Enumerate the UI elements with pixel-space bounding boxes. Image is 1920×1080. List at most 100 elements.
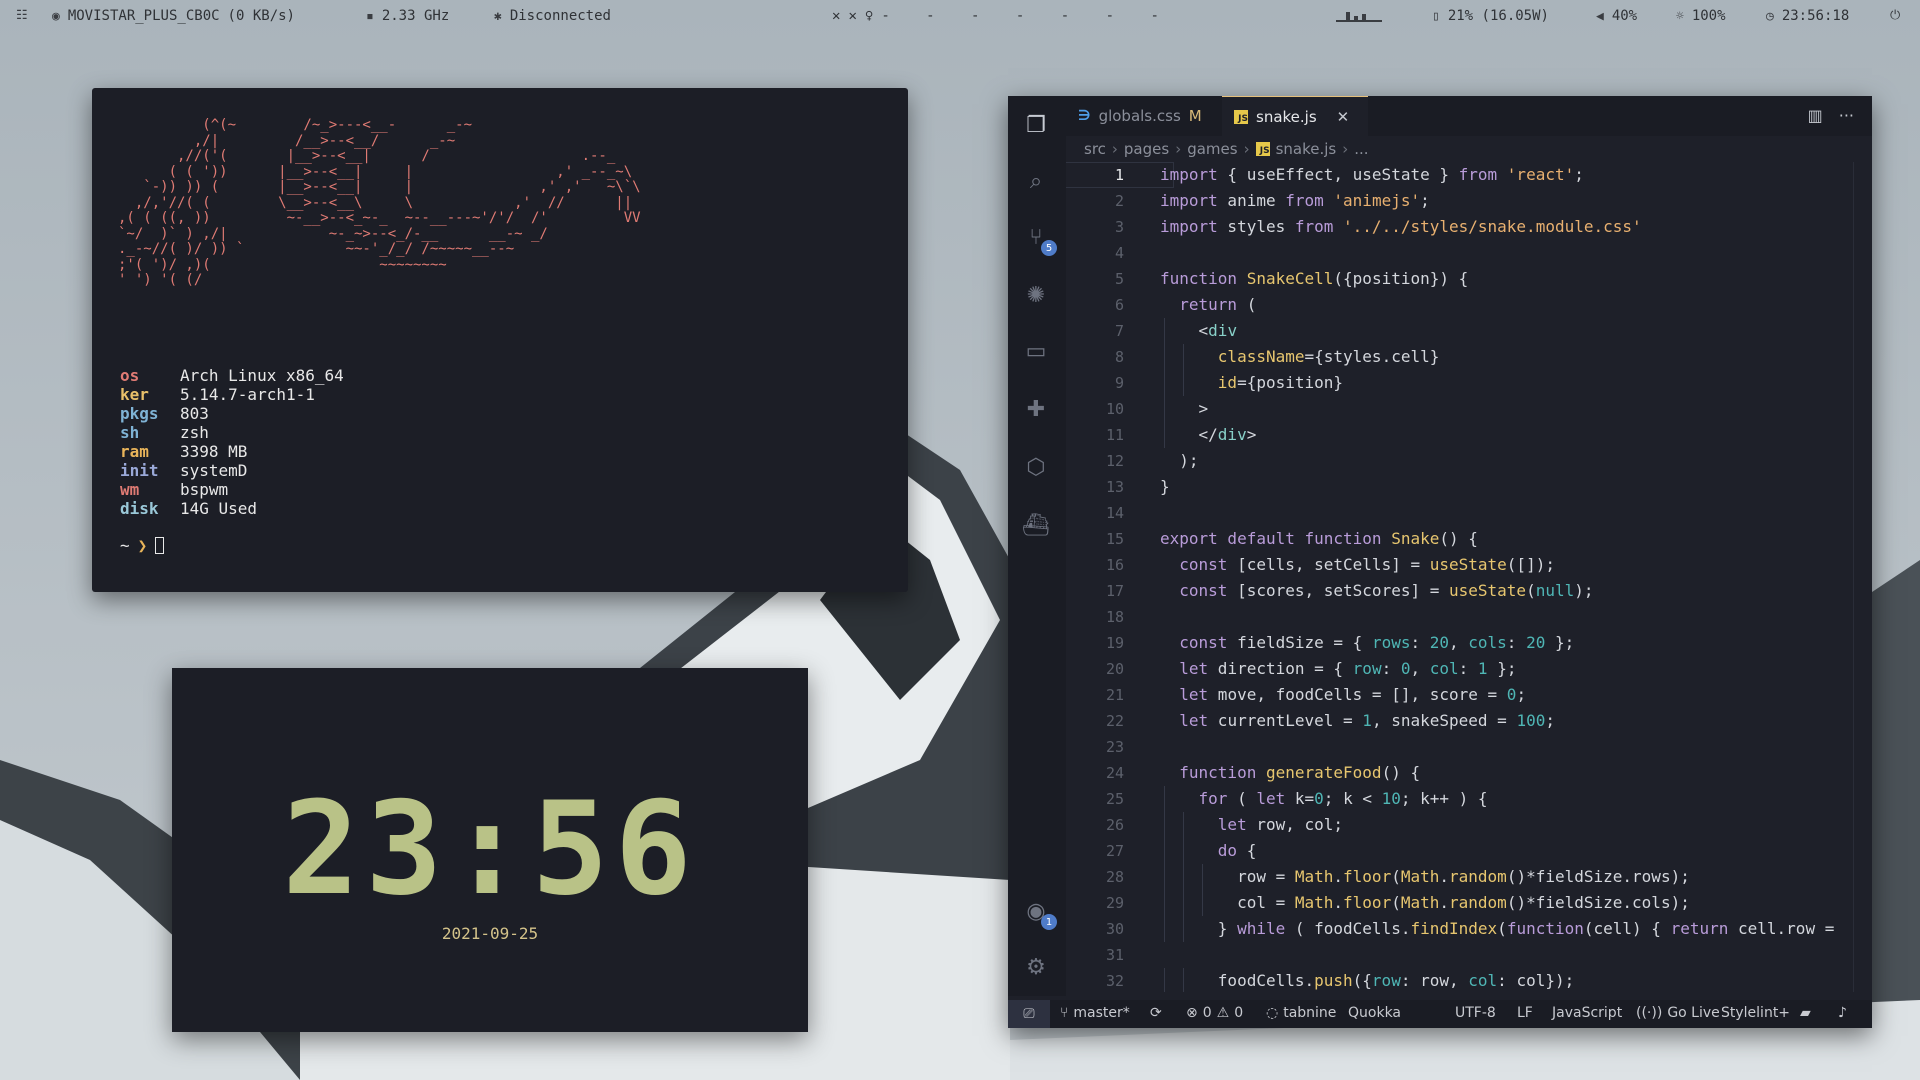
wifi-module[interactable]: ◉ MOVISTAR_PLUS_CB0C (0 KB/s) [52, 8, 295, 24]
tabnine-status[interactable]: ◌ tabnine [1266, 1005, 1336, 1021]
code-line[interactable]: 6 return ( [1066, 292, 1856, 318]
system-info-row: pkgs 803 [120, 404, 344, 423]
code-line[interactable]: 10 > [1066, 396, 1856, 422]
sync-icon[interactable]: ⟳ [1150, 1005, 1162, 1021]
workspace-dashes[interactable]: - - - - - - - [881, 8, 1173, 24]
line-number: 7 [1114, 322, 1124, 340]
code-text: return ( [1179, 295, 1257, 314]
workspace-close-icon[interactable]: ✕ [848, 8, 856, 24]
settings-gear-icon[interactable]: ⚙ [1021, 952, 1051, 982]
code-text: export default function Snake() { [1160, 529, 1478, 548]
code-line[interactable]: 27 do { [1066, 838, 1856, 864]
code-line[interactable]: 28 row = Math.floor(Math.random()*fieldS… [1066, 864, 1856, 890]
close-tab-icon[interactable]: ✕ [1337, 108, 1350, 126]
breadcrumb-games[interactable]: games [1187, 140, 1237, 158]
line-number: 13 [1105, 478, 1124, 496]
line-number: 10 [1105, 400, 1124, 418]
code-line[interactable]: 2 import anime from 'animejs'; [1066, 188, 1856, 214]
notifications-bell-icon[interactable]: ♪ [1838, 1005, 1847, 1021]
account-icon[interactable]: ◉ 1 [1021, 896, 1057, 930]
code-line[interactable]: 7 <div [1066, 318, 1856, 344]
code-line[interactable]: 20 let direction = { row: 0, col: 1 }; [1066, 656, 1856, 682]
code-line[interactable]: 17 const [scores, setScores] = useState(… [1066, 578, 1856, 604]
encoding-status[interactable]: UTF-8 [1455, 1005, 1496, 1021]
shell-prompt[interactable]: ~ ❯ [120, 536, 165, 555]
person-icon[interactable]: ♀ [865, 8, 873, 24]
feedback-icon[interactable]: ▰ [1800, 1005, 1811, 1021]
code-line[interactable]: 9 id={position} [1066, 370, 1856, 396]
vscode-window[interactable]: ❐ ⌕ ⑂ 5 ✺ ▭ ✚ ⬡ ⛴ ◉ 1 ⚙ ∋ globals.css M JS… [1008, 96, 1872, 1028]
extensions-icon[interactable]: ✚ [1021, 394, 1051, 424]
code-line[interactable]: 1 import { useEffect, useState } from 're… [1066, 162, 1856, 188]
bluetooth-module[interactable]: ✱ Disconnected [494, 8, 611, 24]
code-line[interactable]: 16 const [cells, setCells] = useState([]… [1066, 552, 1856, 578]
go-live-button[interactable]: ((·)) Go Live [1636, 1005, 1720, 1021]
split-editor-icon[interactable]: ▥ [1808, 106, 1823, 125]
breadcrumb-symbol[interactable]: ... [1354, 140, 1368, 158]
code-line[interactable]: 21 let move, foodCells = [], score = 0; [1066, 682, 1856, 708]
code-line[interactable]: 25 for ( let k=0; k < 10; k++ ) { [1066, 786, 1856, 812]
network-graph-icon [1336, 8, 1382, 22]
line-number: 14 [1105, 504, 1124, 522]
tab-globals-css[interactable]: ∋ globals.css M [1066, 96, 1220, 136]
more-actions-icon[interactable]: ··· [1839, 106, 1854, 125]
line-number: 17 [1105, 582, 1124, 600]
power-icon[interactable]: ⏻ [1890, 8, 1900, 23]
code-line[interactable]: 19 const fieldSize = { rows: 20, cols: 2… [1066, 630, 1856, 656]
line-number: 25 [1105, 790, 1124, 808]
code-line[interactable]: 26 let row, col; [1066, 812, 1856, 838]
code-line[interactable]: 13} [1066, 474, 1856, 500]
info-key: pkgs [120, 404, 159, 423]
code-line[interactable]: 32 foodCells.push({row: row, col: col}); [1066, 968, 1856, 992]
info-key: os [120, 366, 140, 385]
terminal-window[interactable]: (^(~ /~_>---<__- _-~ ,/| /__>--<__/ _-~ … [92, 88, 908, 592]
code-line[interactable]: 29 col = Math.floor(Math.random()*fieldS… [1066, 890, 1856, 916]
editor-scrollbar[interactable] [1853, 162, 1864, 992]
testing-icon[interactable]: ⬡ [1021, 452, 1051, 482]
problems-indicator[interactable]: ⊗ 0 ⚠ 0 [1186, 1005, 1243, 1021]
code-line[interactable]: 12 ); [1066, 448, 1856, 474]
code-line[interactable]: 14 [1066, 500, 1856, 526]
chevron-right-icon: › [1111, 140, 1118, 158]
volume-module[interactable]: ◀ 40% [1596, 8, 1637, 24]
code-line[interactable]: 18 [1066, 604, 1856, 630]
workspace-switcher[interactable]: ✕ ✕ ♀ - - - - - - - [832, 8, 1173, 24]
menu-icon[interactable]: ☷ [16, 8, 28, 23]
tab-snake-js[interactable]: JS snake.js ✕ [1222, 96, 1368, 136]
code-line[interactable]: 5 function SnakeCell({position}) { [1066, 266, 1856, 292]
remote-explorer-icon[interactable]: ▭ [1021, 336, 1051, 366]
brightness-module[interactable]: ☼ 100% [1676, 8, 1726, 24]
workspace-close-icon[interactable]: ✕ [832, 8, 840, 24]
code-line[interactable]: 31 [1066, 942, 1856, 968]
clock-window: 23:56 2021-09-25 [172, 668, 808, 1032]
remote-indicator-icon[interactable]: ⎚ [1008, 1000, 1050, 1028]
clock-module: ◷ 23:56:18 [1766, 8, 1849, 24]
code-line[interactable]: 22 let currentLevel = 1, snakeSpeed = 10… [1066, 708, 1856, 734]
breadcrumb-pages[interactable]: pages [1124, 140, 1169, 158]
bluetooth-icon: ✱ [494, 8, 502, 24]
code-line[interactable]: 30 } while ( foodCells.findIndex(functio… [1066, 916, 1856, 942]
search-icon[interactable]: ⌕ [1021, 166, 1051, 196]
explorer-icon[interactable]: ❐ [1021, 110, 1051, 140]
code-editor[interactable]: 1 import { useEffect, useState } from 're… [1066, 162, 1856, 992]
info-value: 803 [180, 404, 209, 423]
docker-icon[interactable]: ⛴ [1021, 510, 1051, 540]
eol-status[interactable]: LF [1517, 1005, 1533, 1021]
code-line[interactable]: 15 export default function Snake() { [1066, 526, 1856, 552]
git-branch[interactable]: ⑂ master* [1060, 1005, 1130, 1021]
debug-icon[interactable]: ✺ [1021, 280, 1051, 310]
brightness-level: 100% [1691, 8, 1726, 24]
quokka-status[interactable]: Quokka [1348, 1005, 1401, 1021]
breadcrumb-src[interactable]: src [1084, 140, 1106, 158]
code-line[interactable]: 8 className={styles.cell} [1066, 344, 1856, 370]
source-control-icon[interactable]: ⑂ 5 [1021, 222, 1057, 256]
code-line[interactable]: 4 [1066, 240, 1856, 266]
breadcrumb-file[interactable]: snake.js [1276, 140, 1337, 158]
language-mode[interactable]: JavaScript [1552, 1005, 1622, 1021]
code-line[interactable]: 24 function generateFood() { [1066, 760, 1856, 786]
code-line[interactable]: 3 import styles from '../../styles/snake.… [1066, 214, 1856, 240]
stylelint-status[interactable]: Stylelint+ [1721, 1005, 1790, 1021]
code-line[interactable]: 11 </div> [1066, 422, 1856, 448]
code-line[interactable]: 23 [1066, 734, 1856, 760]
code-text: function generateFood() { [1179, 763, 1421, 782]
